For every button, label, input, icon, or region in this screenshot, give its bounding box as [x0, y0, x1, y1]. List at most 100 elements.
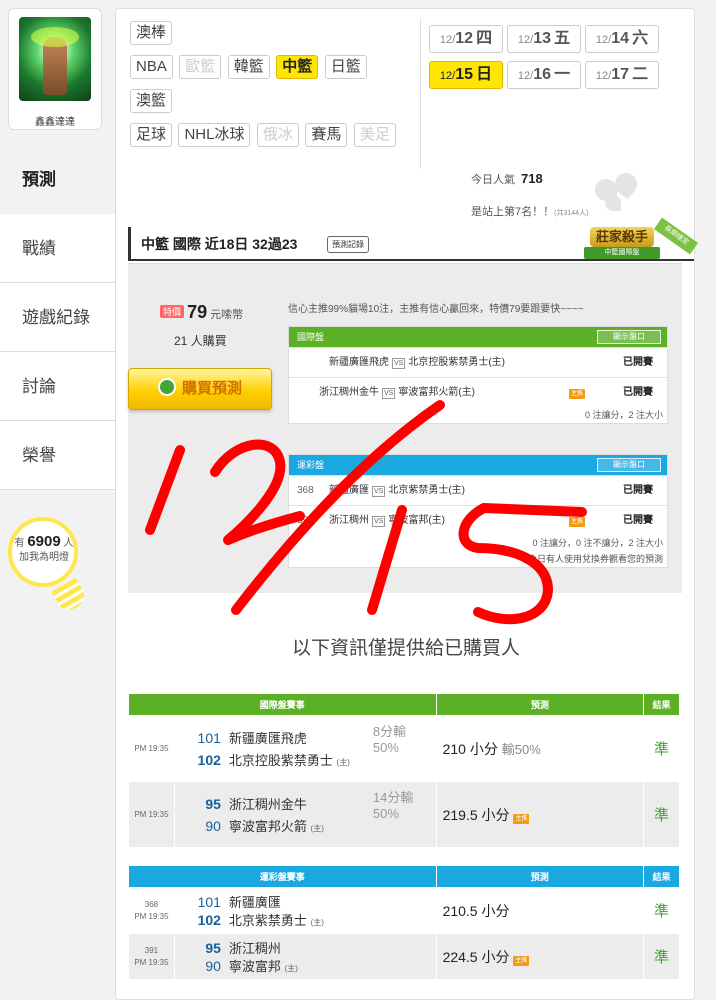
date-12-12[interactable]: 12/12 四 [429, 25, 503, 53]
likes-suffix: 人 [63, 538, 74, 549]
table-row: 391 PM 19:35 95 浙江稠州 90 寧波富邦 (主) 224.5 小分 主… [128, 933, 680, 980]
match-cell: 95 浙江稠州 90 寧波富邦 (主) [173, 933, 437, 980]
sidebar-item-game-log[interactable]: 遊戲紀錄 [0, 283, 115, 352]
game-number: 368 [144, 899, 159, 909]
date-12-13[interactable]: 12/13 五 [507, 25, 581, 53]
likes-caption[interactable]: 加我為明燈 [19, 552, 69, 563]
sidebar-item-record[interactable]: 戰績 [0, 214, 115, 283]
vs-icon: VS [372, 486, 386, 497]
tag-korea-basketball[interactable]: 韓籃 [227, 55, 270, 79]
butterfly-icon [591, 168, 647, 217]
tag-russia-hockey: 俄冰 [256, 123, 299, 147]
lottery-odds-row: 368 新疆廣匯 VS 北京紫禁勇士(主) 已開賽 [289, 475, 667, 505]
date-weekday: 五 [554, 30, 571, 47]
sidebar-nav: 預測 戰績 遊戲紀錄 討論 榮譽 [0, 145, 115, 490]
lottery-summary: 0 注讓分，0 注不讓分，2 注大小 [532, 538, 663, 548]
main-pick-tag: 主推 [513, 955, 530, 966]
tag-aus-baseball[interactable]: 澳棒 [130, 21, 173, 45]
home-line: 102 北京紫禁勇士 (主) [175, 911, 436, 929]
away-team: 新疆廣匯 [228, 894, 281, 910]
likes-count: 6909 [27, 533, 61, 550]
buy-button-label: 購買預測 [181, 380, 242, 397]
away-team: 浙江稠州 [228, 940, 281, 956]
main-pick-label: 主推 [569, 389, 586, 399]
date-prefix: 12/ [595, 70, 612, 82]
main-pick-label: 主推 [569, 517, 586, 527]
sidebar-item-predict[interactable]: 預測 [0, 145, 115, 214]
home-tag: (主) [284, 963, 298, 973]
col-result: 結果 [643, 865, 680, 888]
date-12-14[interactable]: 12/14 六 [585, 25, 659, 53]
main-pick-tag: 主推 [513, 813, 530, 824]
sidebar-item-honor[interactable]: 榮譽 [0, 421, 115, 490]
price: 特價 79 元嗦幣 [160, 302, 243, 323]
home-team: 寧波富邦(主) [388, 515, 446, 526]
tag-china-basketball[interactable]: 中籃 [276, 55, 319, 79]
tag-nhl[interactable]: NHL冰球 [178, 123, 251, 147]
date-prefix: 12/ [439, 70, 456, 82]
home-tag: (主) [336, 757, 350, 767]
prediction-record-button[interactable]: 預測記錄 [327, 236, 369, 253]
table-row: PM 19:35 101 新疆廣匯飛虎 102 北京控股紫禁勇士 (主) 8分輸 50… [128, 715, 680, 782]
match-status: 已開賽 [623, 515, 653, 526]
time-text: PM 19:35 [134, 743, 169, 753]
light-up-widget[interactable]: 有 6909 人 加我為明燈 [4, 517, 89, 615]
home-tag: (主) [310, 917, 324, 927]
prediction-cell: 210.5 小分 [435, 887, 645, 934]
voucher-note: 今日有人使用兌換券觀看您的預測 [527, 554, 663, 564]
away-number: 95 [205, 795, 221, 812]
intl-results-table: 國際盤賽事 預測 結果 PM 19:35 101 新疆廣匯飛虎 102 北京控股紫禁… [128, 693, 680, 848]
lottery-odds-row: 391 浙江稠州 VS 寧波富邦(主) 主推 已開賽 [289, 505, 667, 535]
prediction-header: 中籃 國際 近18日 32過23 預測記錄 莊家殺手 中籃國際盤 長期穩定 [128, 217, 699, 261]
result-cell: 準 [643, 887, 680, 934]
date-prefix: 12/ [595, 34, 612, 46]
match-cell: 101 新疆廣匯飛虎 102 北京控股紫禁勇士 (主) 8分輸 50% [173, 715, 437, 782]
site-rank: 是站上第7名！！(共3144人) [471, 203, 588, 219]
profile-card[interactable]: 鑫鑫達達 [8, 8, 102, 130]
game-number: 368 [297, 485, 314, 496]
match-teams: 新疆廣匯飛虎 VS 北京控股紫禁勇士(主) [329, 348, 505, 378]
away-team: 新疆廣匯飛虎 [228, 730, 307, 746]
away-team: 浙江稠州 [329, 515, 369, 526]
prediction-value: 219.5 小分 [442, 806, 510, 823]
tag-nba[interactable]: NBA [130, 55, 173, 79]
price-value: 79 [187, 302, 208, 322]
home-number: 102 [197, 751, 221, 768]
buy-prediction-button[interactable]: 購買預測 [128, 368, 272, 410]
vs-icon: VS [382, 388, 396, 399]
date-day: 12 [455, 30, 473, 47]
tag-soccer[interactable]: 足球 [130, 123, 173, 147]
sport-category-tags: 澳棒 NBA 歐籃 韓籃 中籃 日籃 澳籃 足球 NHL冰球 俄冰 賽馬 美足 [130, 21, 415, 157]
show-odds-button[interactable]: 顯示盤口 [597, 330, 661, 344]
avatar[interactable] [19, 17, 91, 101]
sidebar-item-discussion[interactable]: 討論 [0, 352, 115, 421]
badge-ribbon: 長期穩定 [653, 217, 699, 255]
handicap-percent: 50% [372, 740, 399, 755]
lottery-summary-row: 0 注讓分，0 注不讓分，2 注大小 [289, 535, 667, 551]
match-status: 已開賽 [623, 387, 653, 398]
prediction-value: 210 小分 [442, 740, 498, 757]
date-day: 14 [611, 30, 629, 47]
date-day: 13 [533, 30, 551, 47]
prediction-box: 特價 79 元嗦幣 21 人購買 購買預測 信心主推99%貓場10注，主推有信心… [128, 263, 682, 593]
tag-horse-racing[interactable]: 賽馬 [305, 123, 348, 147]
tag-aus-basketball[interactable]: 澳籃 [130, 89, 173, 113]
col-prediction: 預測 [435, 693, 645, 716]
date-12-15[interactable]: 12/15 日 [429, 61, 503, 89]
rank-note: (共3144人) [554, 210, 589, 217]
tag-american-football: 美足 [353, 123, 396, 147]
table-header-row: 運彩盤賽事 預測 結果 [128, 865, 680, 888]
intl-odds-table: 國際盤 顯示盤口 新疆廣匯飛虎 VS 北京控股紫禁勇士(主) 已開賽 浙江稠州金牛 VS… [288, 326, 668, 424]
date-12-17[interactable]: 12/17 二 [585, 61, 659, 89]
bookie-killer-badge: 莊家殺手 中籃國際盤 長期穩定 [584, 217, 699, 265]
tag-japan-basketball[interactable]: 日籃 [324, 55, 367, 79]
table-header-row: 國際盤賽事 預測 結果 [128, 693, 680, 716]
col-match: 國際盤賽事 [128, 693, 437, 716]
time-text: PM 19:35 [134, 957, 169, 967]
popularity-value: 718 [521, 171, 543, 186]
col-prediction: 預測 [435, 865, 645, 888]
away-line: 95 浙江稠州 [175, 939, 436, 957]
date-12-16[interactable]: 12/16 一 [507, 61, 581, 89]
show-odds-button[interactable]: 顯示盤口 [597, 458, 661, 472]
table-row: PM 19:35 95 浙江稠州金牛 90 寧波富邦火箭 (主) 14分輸 50% 2… [128, 781, 680, 848]
